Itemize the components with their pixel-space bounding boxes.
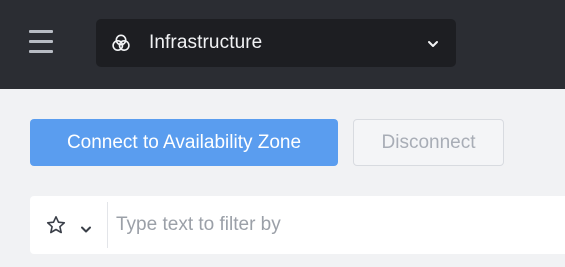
chevron-down-icon <box>80 221 92 233</box>
hamburger-menu-icon[interactable] <box>26 26 55 59</box>
star-outline-icon <box>46 215 66 235</box>
filter-input[interactable] <box>116 205 556 245</box>
disconnect-button[interactable]: Disconnect <box>353 119 504 166</box>
infrastructure-circles-icon <box>112 34 130 52</box>
top-navigation-bar: Infrastructure <box>0 0 565 89</box>
context-selector[interactable]: Infrastructure <box>96 19 456 67</box>
context-selector-label: Infrastructure <box>149 32 263 53</box>
chevron-down-icon <box>426 37 440 49</box>
favorites-dropdown[interactable] <box>30 196 107 254</box>
connect-to-availability-zone-button[interactable]: Connect to Availability Zone <box>30 119 338 166</box>
filter-bar <box>30 196 565 254</box>
divider <box>107 202 108 248</box>
